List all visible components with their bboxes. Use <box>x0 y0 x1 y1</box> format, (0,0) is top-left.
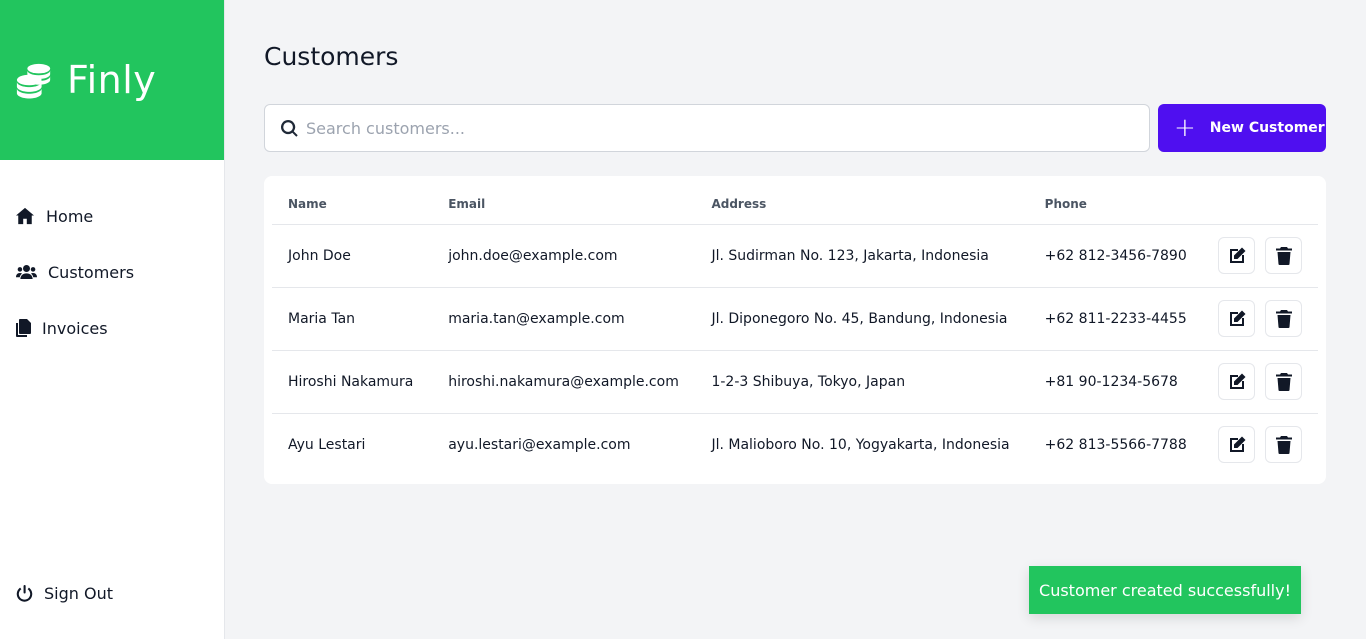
cell-phone: +62 811-2233-4455 <box>1044 287 1218 351</box>
edit-icon <box>1229 247 1245 263</box>
page-title: Customers <box>264 42 399 71</box>
column-header-address: Address <box>711 176 1045 225</box>
cell-address: 1-2-3 Shibuya, Tokyo, Japan <box>711 350 1045 414</box>
coins-logo-icon <box>16 63 51 99</box>
cell-email: john.doe@example.com <box>448 224 712 288</box>
edit-icon <box>1229 373 1245 389</box>
documents-icon <box>16 319 31 337</box>
delete-button[interactable] <box>1265 426 1302 464</box>
column-header-email: Email <box>448 176 712 225</box>
edit-icon <box>1229 436 1245 452</box>
sidebar-item-label: Customers <box>48 262 135 282</box>
edit-icon <box>1229 310 1245 326</box>
table-header-row: Name Email Address Phone <box>272 176 1318 225</box>
home-icon <box>16 207 34 225</box>
sidebar-item-home[interactable]: Home <box>0 188 224 244</box>
cell-actions <box>1218 287 1318 351</box>
sidebar-nav: Home Customers Invoices <box>0 160 224 356</box>
sidebar: Finly Home Customers Invoices Sign Out <box>0 0 225 639</box>
cell-name: John Doe <box>272 224 449 288</box>
table-row: Ayu Lestari ayu.lestari@example.com Jl. … <box>272 413 1318 476</box>
users-icon <box>16 265 37 279</box>
power-icon <box>16 585 33 602</box>
cell-email: maria.tan@example.com <box>448 287 712 351</box>
edit-button[interactable] <box>1218 426 1255 464</box>
delete-button[interactable] <box>1265 237 1302 274</box>
edit-button[interactable] <box>1218 237 1255 274</box>
sign-out-button[interactable]: Sign Out <box>16 584 113 603</box>
edit-button[interactable] <box>1218 300 1255 337</box>
column-header-name: Name <box>272 176 449 225</box>
sidebar-item-invoices[interactable]: Invoices <box>0 300 224 356</box>
brand-header: Finly <box>0 0 224 160</box>
cell-address: Jl. Malioboro No. 10, Yogyakarta, Indone… <box>711 436 1010 453</box>
column-header-actions <box>1218 176 1318 225</box>
sidebar-item-label: Home <box>46 206 94 226</box>
cell-actions <box>1218 413 1318 476</box>
sidebar-item-label: Invoices <box>42 318 108 338</box>
cell-actions <box>1218 350 1318 414</box>
search-box[interactable] <box>264 104 1150 152</box>
table-row: John Doe john.doe@example.com Jl. Sudirm… <box>272 224 1318 288</box>
brand-name: Finly <box>67 58 157 102</box>
cell-email: ayu.lestari@example.com <box>448 436 631 453</box>
cell-phone: +62 813-5566-7788 <box>1044 436 1187 453</box>
cell-phone: +81 90-1234-5678 <box>1044 350 1218 414</box>
customers-table: Name Email Address Phone John Doe john.d… <box>272 176 1318 476</box>
cell-actions <box>1218 224 1318 288</box>
trash-icon <box>1275 246 1292 265</box>
cell-name: Maria Tan <box>272 287 449 351</box>
cell-phone: +62 812-3456-7890 <box>1044 224 1218 288</box>
customers-table-card: Name Email Address Phone John Doe john.d… <box>264 176 1326 484</box>
edit-button[interactable] <box>1218 363 1255 400</box>
delete-button[interactable] <box>1265 300 1302 337</box>
new-customer-label: New Customer <box>1209 120 1325 136</box>
table-row: Hiroshi Nakamura hiroshi.nakamura@exampl… <box>272 350 1318 414</box>
cell-email: hiroshi.nakamura@example.com <box>448 350 712 414</box>
sidebar-item-customers[interactable]: Customers <box>0 244 224 300</box>
trash-icon <box>1275 372 1292 391</box>
cell-address: Jl. Diponegoro No. 45, Bandung, Indonesi… <box>711 287 1045 351</box>
search-icon <box>281 119 298 137</box>
search-input[interactable] <box>306 118 1126 138</box>
new-customer-button[interactable]: + New Customer <box>1158 104 1326 152</box>
table-row: Maria Tan maria.tan@example.com Jl. Dipo… <box>272 287 1318 351</box>
plus-icon: + <box>1174 113 1196 143</box>
delete-button[interactable] <box>1265 363 1302 400</box>
success-toast: Customer created successfully! <box>1029 566 1301 614</box>
cell-name: Hiroshi Nakamura <box>272 350 449 414</box>
cell-name: Ayu Lestari <box>288 436 366 453</box>
cell-address: Jl. Sudirman No. 123, Jakarta, Indonesia <box>711 224 1045 288</box>
sign-out-label: Sign Out <box>44 584 113 603</box>
trash-icon <box>1275 309 1292 328</box>
column-header-phone: Phone <box>1044 176 1218 225</box>
trash-icon <box>1275 435 1292 454</box>
